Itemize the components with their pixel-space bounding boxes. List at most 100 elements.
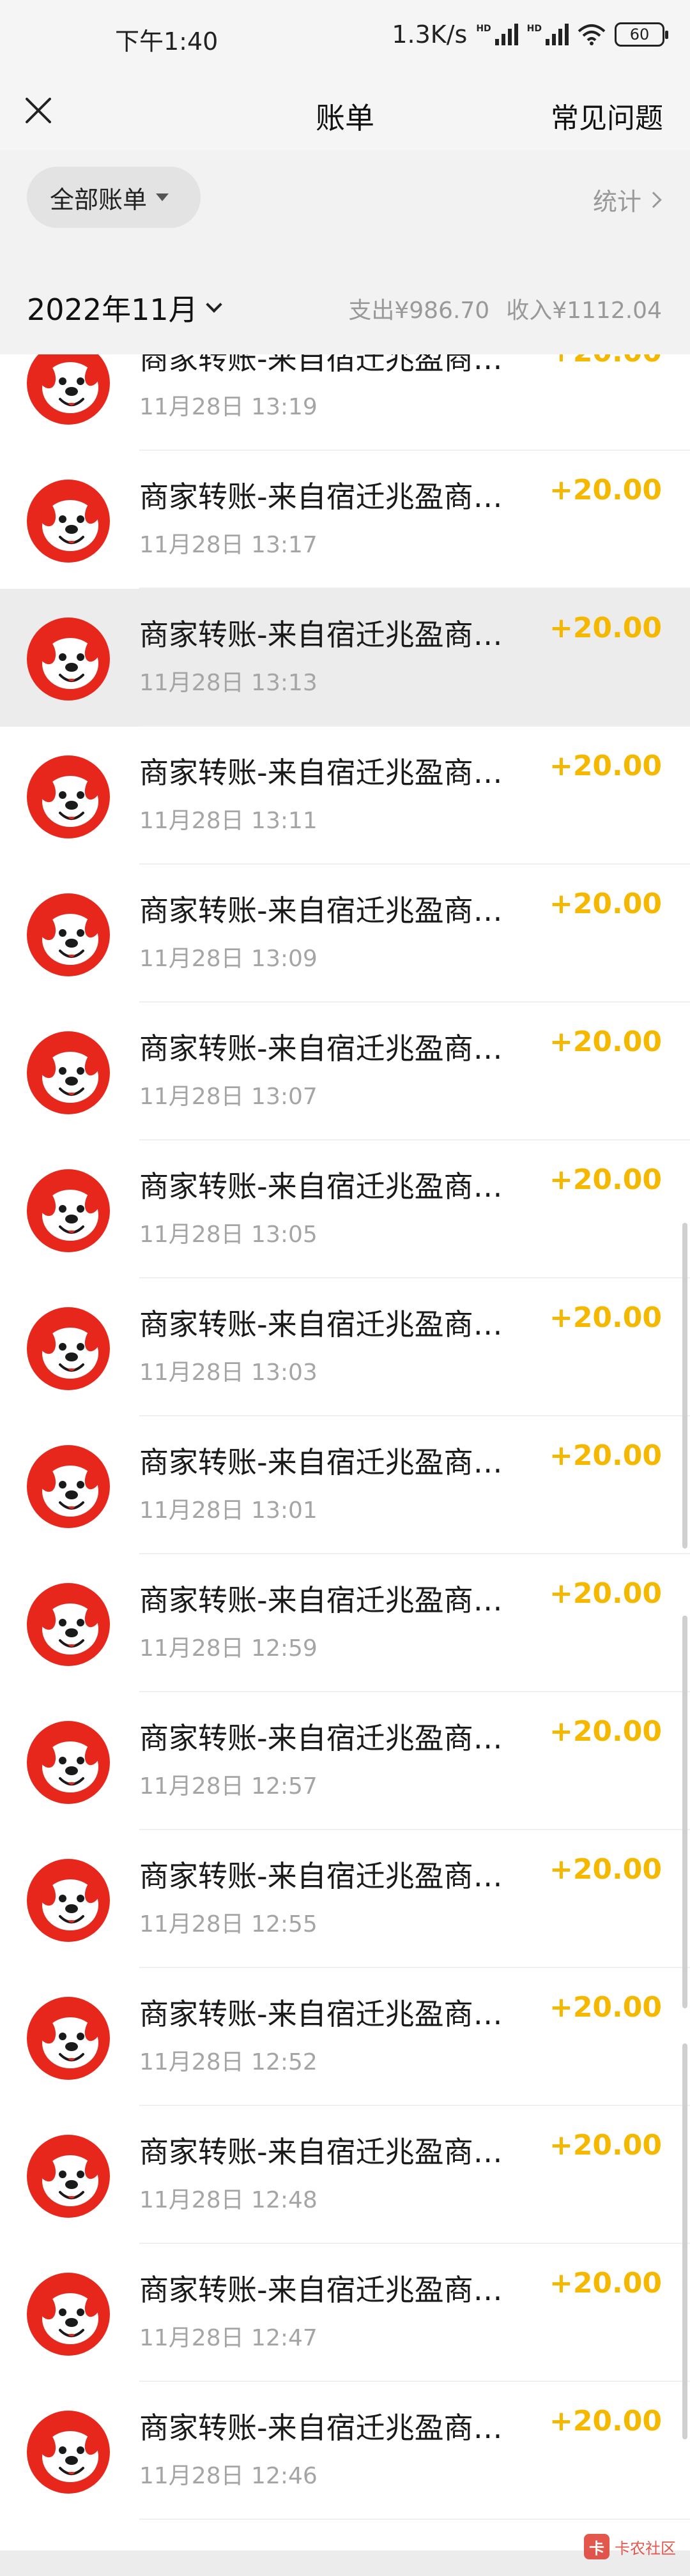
transaction-title: 商家转账-来自宿迁兆盈商务有限公司 xyxy=(139,1583,510,1618)
merchant-avatar-icon xyxy=(27,755,110,838)
scrollbar[interactable] xyxy=(682,1616,687,2008)
merchant-avatar-icon xyxy=(27,893,110,976)
transaction-row[interactable]: 商家转账-来自宿迁兆盈商务有限公司 11月28日 13:11 +20.00 xyxy=(0,727,690,865)
transaction-row[interactable]: 商家转账-来自宿迁兆盈商务有限公司 11月28日 13:13 +20.00 xyxy=(0,589,690,727)
merchant-avatar-icon xyxy=(27,1997,110,2080)
faq-link[interactable]: 常见问题 xyxy=(551,95,663,136)
transaction-time: 11月28日 13:05 xyxy=(139,1222,318,1248)
transaction-row[interactable]: 商家转账-来自宿迁兆盈商务有限公司 11月28日 13:19 +20.00 xyxy=(0,354,690,451)
transaction-title: 商家转账-来自宿迁兆盈商务有限公司 xyxy=(139,1031,510,1066)
caret-down-icon xyxy=(156,193,169,201)
month-summary: 支出¥986.70 收入¥1112.04 xyxy=(348,292,662,325)
merchant-avatar-icon xyxy=(27,1721,110,1804)
transaction-amount: +20.00 xyxy=(549,1715,662,1748)
transaction-title: 商家转账-来自宿迁兆盈商务有限公司 xyxy=(139,617,510,652)
transaction-time: 11月28日 13:03 xyxy=(139,1360,318,1386)
transaction-row[interactable]: 商家转账-来自宿迁兆盈商务有限公司 11月28日 12:46 +20.00 xyxy=(0,2382,690,2520)
close-icon[interactable] xyxy=(24,96,52,125)
transaction-amount: +20.00 xyxy=(549,1301,662,1334)
merchant-avatar-icon xyxy=(27,1445,110,1528)
transaction-amount: +20.00 xyxy=(549,2405,662,2437)
month-selector[interactable]: 2022年11月 xyxy=(27,287,222,329)
transaction-list[interactable]: 商家转账-来自宿迁兆盈商务有限公司 11月28日 13:19 +20.00 商家转账… xyxy=(0,354,690,2551)
merchant-avatar-icon xyxy=(27,1031,110,1114)
stats-label: 统计 xyxy=(592,188,641,216)
stats-link[interactable]: 统计 xyxy=(592,182,662,217)
transaction-title: 商家转账-来自宿迁兆盈商务有限公司 xyxy=(139,755,510,790)
transaction-row[interactable]: 商家转账-来自宿迁兆盈商务有限公司 11月28日 13:03 +20.00 xyxy=(0,1278,690,1416)
transaction-amount: +20.00 xyxy=(549,1853,662,1886)
transaction-row[interactable]: 商家转账-来自宿迁兆盈商务有限公司 11月28日 12:59 +20.00 xyxy=(0,1554,690,1692)
transaction-time: 11月28日 13:01 xyxy=(139,1497,318,1524)
all-bills-label: 全部账单 xyxy=(50,185,148,214)
transaction-amount: +20.00 xyxy=(549,612,662,644)
transaction-title: 商家转账-来自宿迁兆盈商务有限公司 xyxy=(139,893,510,928)
signal-2-icon: HD xyxy=(527,24,569,45)
transaction-time: 11月28日 13:11 xyxy=(139,808,318,834)
expense-total: 支出¥986.70 xyxy=(348,298,490,324)
chevron-down-icon xyxy=(205,296,222,313)
transaction-amount: +20.00 xyxy=(549,1026,662,1058)
transaction-time: 11月28日 13:17 xyxy=(139,532,318,558)
chevron-right-icon xyxy=(645,191,662,208)
transaction-title: 商家转账-来自宿迁兆盈商务有限公司 xyxy=(139,1307,510,1342)
transaction-amount: +20.00 xyxy=(549,2267,662,2299)
transaction-time: 11月28日 12:52 xyxy=(139,2049,318,2075)
transaction-amount: +20.00 xyxy=(549,1991,662,2024)
transaction-row[interactable]: 商家转账-来自宿迁兆盈商务有限公司 11月28日 12:52 +20.00 xyxy=(0,1968,690,2106)
transaction-row[interactable]: 商家转账-来自宿迁兆盈商务有限公司 11月28日 12:48 +20.00 xyxy=(0,2106,690,2244)
merchant-avatar-icon xyxy=(27,2411,110,2494)
transaction-title: 商家转账-来自宿迁兆盈商务有限公司 xyxy=(139,1859,510,1893)
transaction-time: 11月28日 13:19 xyxy=(139,394,318,420)
income-total: 收入¥1112.04 xyxy=(506,298,662,324)
scrollbar[interactable] xyxy=(682,2043,687,2439)
transaction-amount: +20.00 xyxy=(549,1163,662,1196)
transaction-time: 11月28日 12:59 xyxy=(139,1635,318,1662)
merchant-avatar-icon xyxy=(27,480,110,563)
transaction-amount: +20.00 xyxy=(549,354,662,368)
transaction-amount: +20.00 xyxy=(549,1439,662,1472)
transaction-time: 11月28日 13:13 xyxy=(139,670,318,696)
watermark-name: 卡农社区 xyxy=(615,2539,676,2557)
transaction-title: 商家转账-来自宿迁兆盈商务有限公司 xyxy=(139,2135,510,2169)
transaction-time: 11月28日 12:48 xyxy=(139,2187,318,2213)
watermark: 卡 卡农社区 xyxy=(584,2534,676,2559)
transaction-amount: +20.00 xyxy=(549,1577,662,1610)
transaction-row[interactable]: 商家转账-来自宿迁兆盈商务有限公司 11月28日 13:17 +20.00 xyxy=(0,451,690,589)
transaction-row[interactable]: 商家转账-来自宿迁兆盈商务有限公司 11月28日 13:09 +20.00 xyxy=(0,865,690,1003)
transaction-row[interactable]: 商家转账-来自宿迁兆盈商务有限公司 11月28日 13:01 +20.00 xyxy=(0,1416,690,1554)
transaction-row[interactable]: 商家转账-来自宿迁兆盈商务有限公司 11月28日 12:47 +20.00 xyxy=(0,2244,690,2382)
transaction-row[interactable]: 商家转账-来自宿迁兆盈商务有限公司 11月28日 13:05 +20.00 xyxy=(0,1140,690,1278)
merchant-avatar-icon xyxy=(27,1307,110,1390)
transaction-row[interactable]: 商家转账-来自宿迁兆盈商务有限公司 11月28日 12:55 +20.00 xyxy=(0,1830,690,1968)
transaction-amount: +20.00 xyxy=(549,2129,662,2162)
month-label: 2022年11月 xyxy=(27,292,198,327)
transaction-title: 商家转账-来自宿迁兆盈商务有限公司 xyxy=(139,480,510,514)
transaction-title: 商家转账-来自宿迁兆盈商务有限公司 xyxy=(139,1169,510,1204)
merchant-avatar-icon xyxy=(27,2135,110,2218)
row-divider xyxy=(139,2519,690,2520)
status-bar: 下午1:40 1.3K/s HD HD 60 xyxy=(0,0,690,73)
merchant-avatar-icon xyxy=(27,617,110,701)
transaction-title: 商家转账-来自宿迁兆盈商务有限公司 xyxy=(139,1445,510,1480)
merchant-avatar-icon xyxy=(27,354,110,425)
transaction-amount: +20.00 xyxy=(549,474,662,506)
transaction-row[interactable]: 商家转账-来自宿迁兆盈商务有限公司 11月28日 12:57 +20.00 xyxy=(0,1692,690,1830)
nav-bar: 账单 常见问题 xyxy=(0,73,690,150)
transaction-time: 11月28日 13:07 xyxy=(139,1084,318,1110)
all-bills-dropdown[interactable]: 全部账单 xyxy=(27,167,201,228)
transaction-amount: +20.00 xyxy=(549,888,662,920)
status-time: 下午1:40 xyxy=(115,27,218,56)
watermark-logo-icon: 卡 xyxy=(584,2534,610,2559)
filter-bar: 全部账单 统计 xyxy=(0,150,690,259)
scrollbar[interactable] xyxy=(682,1223,687,1549)
transaction-title: 商家转账-来自宿迁兆盈商务有限公司 xyxy=(139,1997,510,2031)
transaction-title: 商家转账-来自宿迁兆盈商务有限公司 xyxy=(139,2273,510,2307)
battery-icon: 60 xyxy=(615,22,668,47)
merchant-avatar-icon xyxy=(27,1169,110,1252)
month-bar: 2022年11月 支出¥986.70 收入¥1112.04 xyxy=(0,259,690,354)
transaction-title: 商家转账-来自宿迁兆盈商务有限公司 xyxy=(139,354,510,376)
transaction-row[interactable]: 商家转账-来自宿迁兆盈商务有限公司 11月28日 13:07 +20.00 xyxy=(0,1003,690,1140)
transaction-time: 11月28日 12:55 xyxy=(139,1911,318,1937)
transaction-time: 11月28日 13:09 xyxy=(139,946,318,972)
